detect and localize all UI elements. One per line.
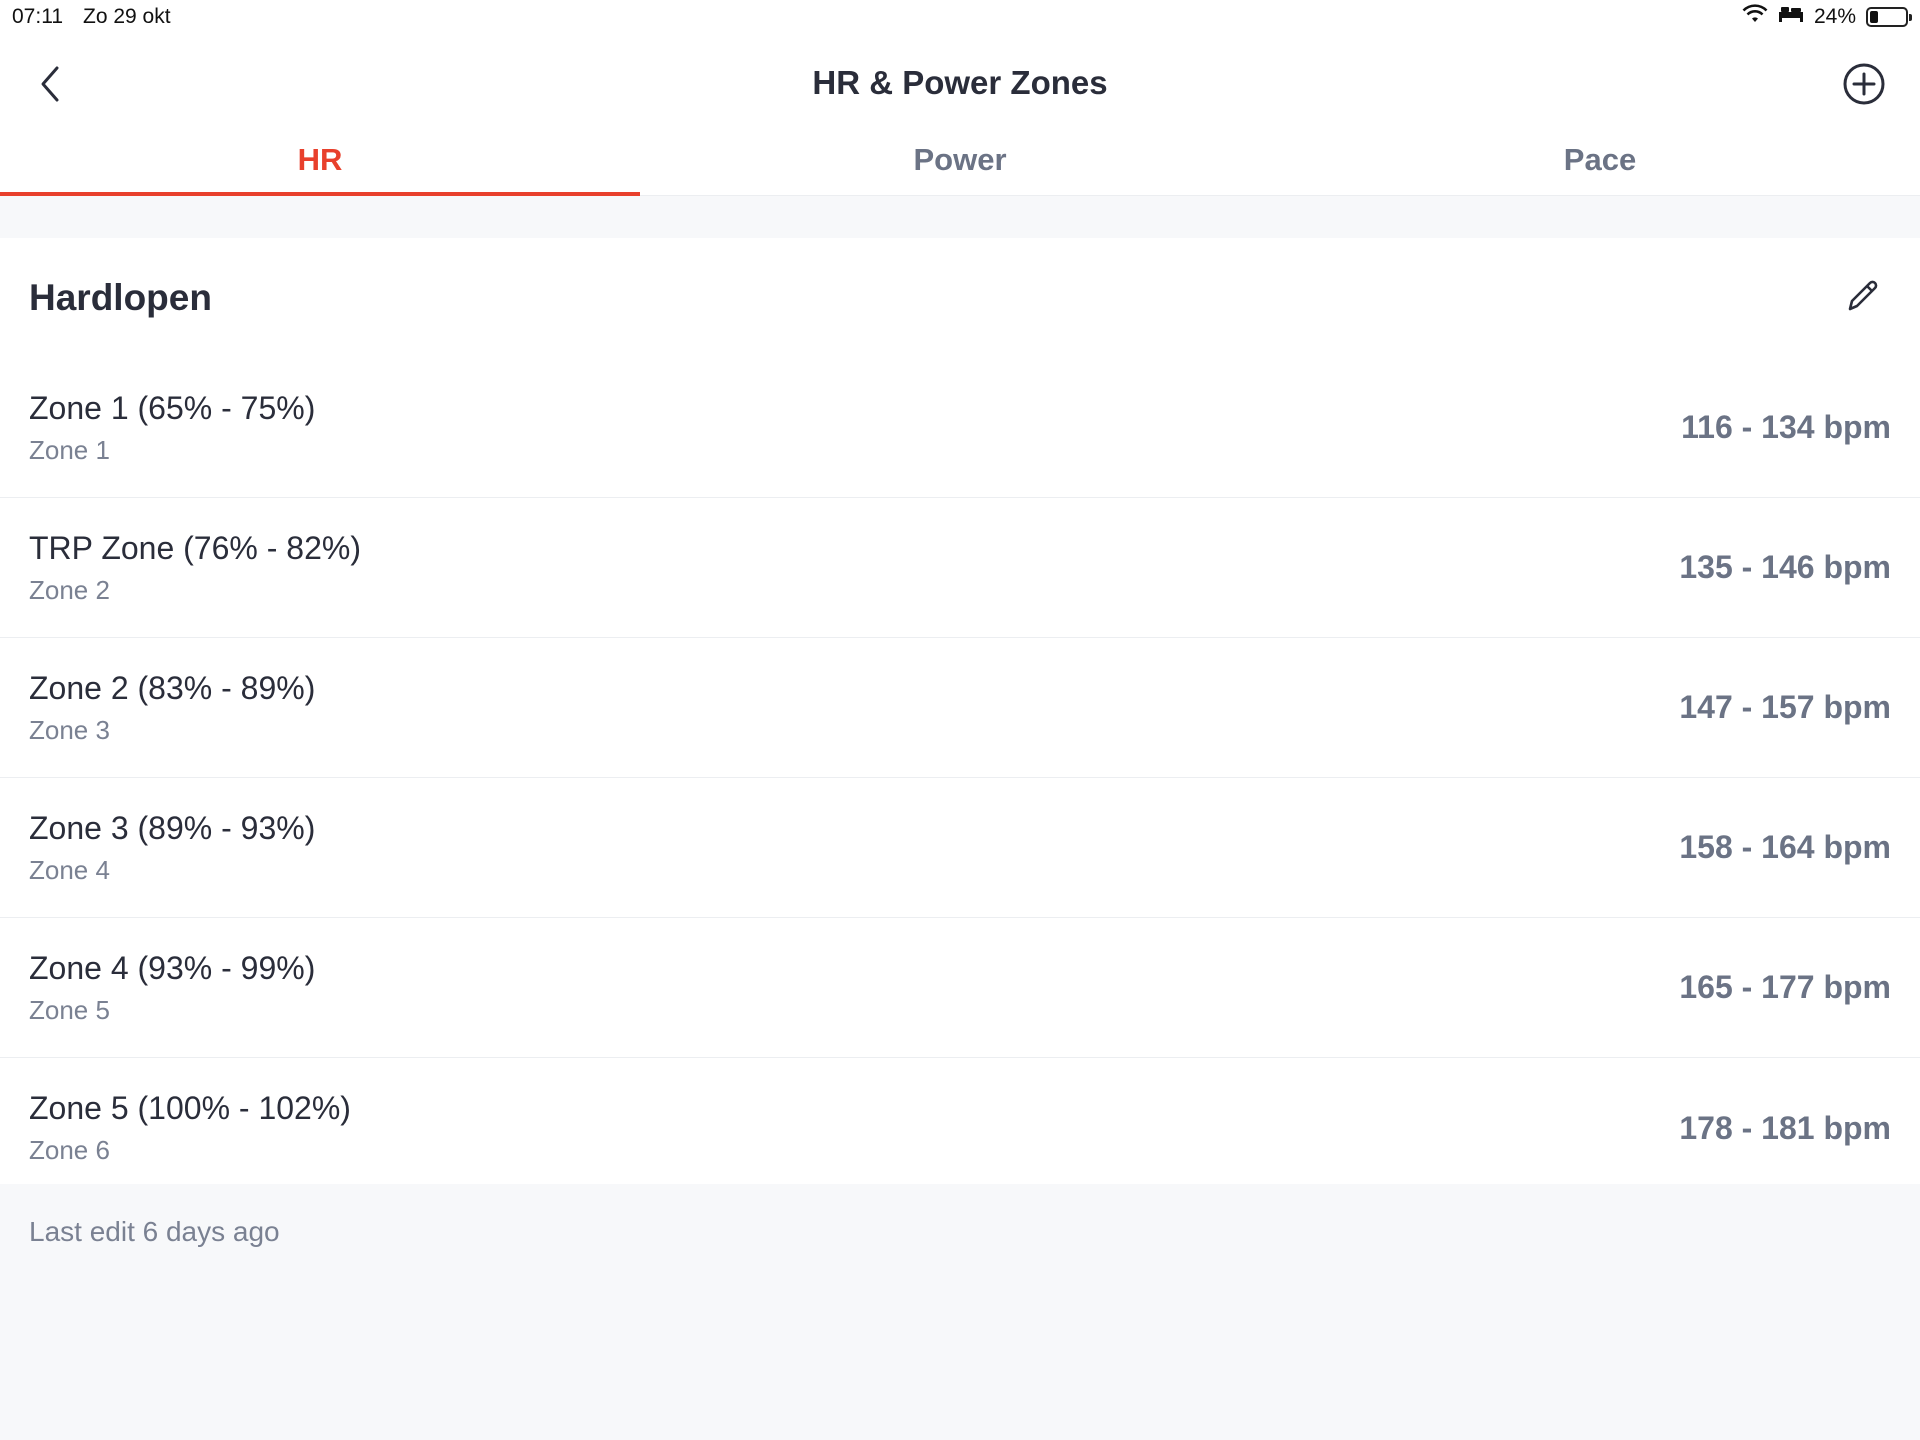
zone-name: TRP Zone (76% - 82%) xyxy=(29,529,361,566)
bed-icon xyxy=(1778,5,1804,29)
battery-percent: 24% xyxy=(1813,5,1856,28)
zone-sub: Zone 5 xyxy=(29,994,110,1025)
zone-range: 165 - 177 bpm xyxy=(1679,969,1891,1005)
zone-tabs: HR Power Pace xyxy=(0,128,1920,196)
tab-power[interactable]: Power xyxy=(640,128,1280,195)
zone-info: Zone 1 (65% - 75%) Zone 1 xyxy=(29,390,315,466)
zone-name: Zone 5 (100% - 102%) xyxy=(29,1090,351,1126)
zone-sub: Zone 4 xyxy=(29,854,110,885)
zone-info: TRP Zone (76% - 82%) Zone 2 xyxy=(29,530,361,606)
zone-row[interactable]: Zone 2 (83% - 89%) Zone 3 147 - 157 bpm xyxy=(0,638,1920,778)
status-bar: 07:11 Zo 29 okt 24% xyxy=(0,0,1920,34)
zone-range: 178 - 181 bpm xyxy=(1679,1109,1891,1146)
zone-name: Zone 4 (93% - 99%) xyxy=(29,949,316,986)
wifi-icon xyxy=(1742,4,1768,30)
add-zone-button[interactable] xyxy=(1836,58,1892,114)
zone-sub: Zone 1 xyxy=(29,434,110,465)
zone-info: Zone 3 (89% - 93%) Zone 4 xyxy=(29,810,315,886)
zone-range: 135 - 146 bpm xyxy=(1679,549,1891,585)
tab-pace[interactable]: Pace xyxy=(1280,128,1920,195)
battery-icon xyxy=(1866,7,1912,27)
zone-row[interactable]: Zone 1 (65% - 75%) Zone 1 116 - 134 bpm xyxy=(0,358,1920,498)
zone-info: Zone 2 (83% - 89%) Zone 3 xyxy=(29,670,315,746)
zone-range: 147 - 157 bpm xyxy=(1679,689,1891,725)
battery-fill xyxy=(1870,11,1879,23)
status-time: 07:11 xyxy=(12,5,63,28)
status-left: 07:11 Zo 29 okt xyxy=(12,5,171,29)
section-title: Hardlopen xyxy=(29,277,212,318)
status-right: 24% xyxy=(1742,4,1912,30)
zone-row[interactable]: TRP Zone (76% - 82%) Zone 2 135 - 146 bp… xyxy=(0,498,1920,638)
last-edit-note: Last edit 6 days ago xyxy=(29,1216,280,1247)
zones-card: Hardlopen Zone 1 (65% - 75%) Zone 1 116 … xyxy=(0,238,1920,1184)
zone-row[interactable]: Zone 3 (89% - 93%) Zone 4 158 - 164 bpm xyxy=(0,778,1920,918)
zone-sub: Zone 6 xyxy=(29,1135,110,1165)
edit-button[interactable] xyxy=(1839,274,1887,322)
section-header: Hardlopen xyxy=(0,238,1920,358)
zone-range: 158 - 164 bpm xyxy=(1679,829,1891,865)
plus-circle-icon xyxy=(1842,62,1886,111)
tab-hr[interactable]: HR xyxy=(0,128,640,196)
status-date: Zo 29 okt xyxy=(83,5,171,28)
zone-name: Zone 2 (83% - 89%) xyxy=(29,669,316,706)
zone-info: Zone 5 (100% - 102%) Zone 6 xyxy=(29,1090,351,1166)
zone-info: Zone 4 (93% - 99%) Zone 5 xyxy=(29,950,315,1026)
zone-sub: Zone 2 xyxy=(29,574,110,605)
page-title: HR & Power Zones xyxy=(812,64,1108,101)
zone-row[interactable]: Zone 4 (93% - 99%) Zone 5 165 - 177 bpm xyxy=(0,918,1920,1058)
zone-name: Zone 3 (89% - 93%) xyxy=(29,809,316,846)
zone-sub: Zone 3 xyxy=(29,714,110,745)
zone-row[interactable]: Zone 5 (100% - 102%) Zone 6 178 - 181 bp… xyxy=(0,1058,1920,1198)
pencil-icon xyxy=(1845,278,1881,319)
zone-name: Zone 1 (65% - 75%) xyxy=(29,389,316,426)
zone-range: 116 - 134 bpm xyxy=(1681,409,1891,445)
